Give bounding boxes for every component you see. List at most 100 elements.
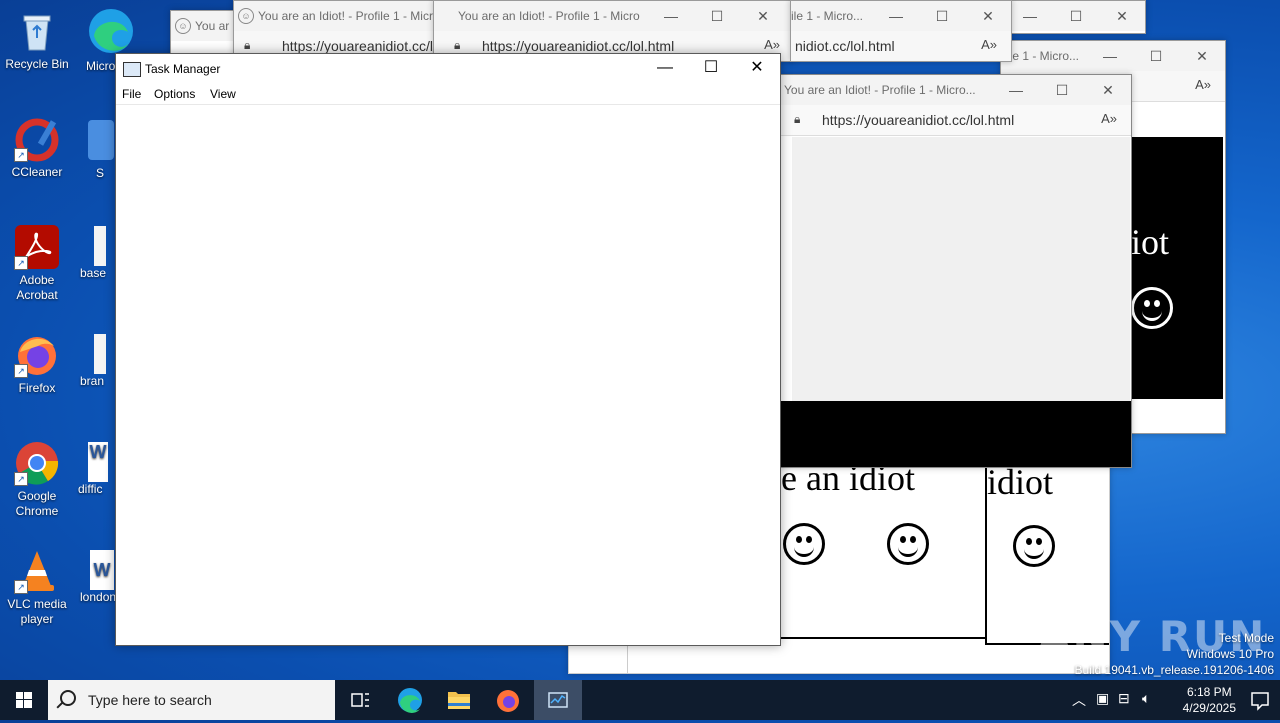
page-black-bar [780, 401, 1131, 467]
word-doc-icon: W [88, 442, 108, 482]
desktop-icon-london-partial[interactable]: W london [80, 550, 116, 604]
clock-date: 4/29/2025 [1182, 701, 1236, 715]
window-title: Task Manager [145, 62, 221, 76]
firefox-icon [497, 690, 519, 712]
minimize-icon[interactable]: — [1011, 1, 1053, 31]
close-icon[interactable]: ✕ [1099, 1, 1145, 31]
desktop-icon-label: bran [80, 374, 105, 388]
maximize-icon[interactable]: ☐ [688, 54, 734, 82]
smiley-icon [783, 523, 825, 565]
window-titlebar[interactable]: ile 1 - Micro... — ☐ ✕ [791, 1, 1011, 31]
folder-icon [448, 692, 470, 709]
desktop-icon-google-chrome[interactable]: ↗ Google Chrome [1, 440, 73, 519]
edge-icon [89, 9, 133, 53]
maximize-icon[interactable]: ☐ [694, 1, 740, 31]
taskbar-task-manager[interactable] [534, 680, 582, 720]
desktop-icon-label: Adobe Acrobat [16, 273, 58, 302]
read-aloud-icon[interactable]: A» [1101, 111, 1117, 126]
desktop-icon-bran-partial[interactable]: bran [80, 334, 106, 388]
address-bar[interactable]: nidiot.cc/lol.html A» [791, 31, 1011, 61]
task-view-button[interactable] [336, 680, 384, 720]
adobe-acrobat-icon: ↗ [14, 224, 60, 270]
desktop-icon-label: Firefox [18, 381, 56, 395]
url-text[interactable]: https://youareanidiot.cc/lol.html [822, 112, 1014, 128]
window-title: You are an Idiot! - Profile 1 - Micro... [784, 83, 976, 97]
desktop-icon-label: VLC media player [7, 597, 67, 626]
idiot-window-top-d[interactable]: ile 1 - Micro... — ☐ ✕ nidiot.cc/lol.htm… [790, 0, 1012, 62]
window-titlebar[interactable]: Task Manager — ☐ ✕ [116, 54, 780, 82]
idiot-window-topright-2[interactable]: — ☐ ✕ [1010, 0, 1146, 34]
window-titlebar[interactable]: You are an Idiot! - Profile 1 - Micro...… [780, 75, 1131, 105]
task-manager-icon [548, 692, 568, 708]
search-icon [60, 690, 76, 706]
device-icon[interactable]: ▣ [1096, 690, 1109, 707]
taskbar-search-box[interactable]: Type here to search [48, 680, 335, 720]
chrome-icon: ↗ [14, 440, 60, 486]
smiley-icon [1131, 287, 1173, 329]
desktop-icon-firefox[interactable]: ↗ Firefox [1, 332, 73, 396]
taskbar-clock[interactable]: 6:18 PM 4/29/2025 [1183, 684, 1236, 716]
desktop-icon-edge-partial[interactable]: Micro Edg [86, 6, 133, 73]
window-titlebar[interactable]: ☺ You ar [171, 11, 241, 41]
search-placeholder: Type here to search [88, 692, 212, 708]
taskbar-file-explorer[interactable] [435, 680, 483, 720]
close-icon[interactable]: ✕ [965, 1, 1011, 31]
desktop-icon-label: Google Chrome [15, 489, 59, 518]
idiot-window-middle[interactable]: You are an Idiot! - Profile 1 - Micro...… [779, 74, 1132, 468]
maximize-icon[interactable]: ☐ [1133, 41, 1179, 71]
address-bar[interactable]: 🔒︎ https://youareanidiot.cc/lol.html A» [780, 105, 1131, 136]
window-titlebar[interactable]: You are an Idiot! - Profile 1 - Micro — … [434, 1, 794, 31]
close-icon[interactable]: ✕ [734, 54, 780, 82]
close-icon[interactable]: ✕ [1085, 75, 1131, 105]
desktop-icon-diffic-partial[interactable]: W diffic [78, 442, 108, 496]
notification-icon [1251, 692, 1269, 711]
read-aloud-icon[interactable]: A» [1195, 77, 1211, 92]
notification-center-button[interactable] [1240, 680, 1280, 720]
idiot-text: iot [1131, 222, 1170, 262]
start-button[interactable] [0, 680, 48, 720]
minimize-icon[interactable]: — [1087, 41, 1133, 71]
maximize-icon[interactable]: ☐ [1053, 1, 1099, 31]
menu-view[interactable]: View [210, 87, 236, 101]
chevron-up-icon[interactable]: ︿ [1072, 690, 1086, 710]
desktop-icon-vlc[interactable]: ↗ VLC media player [1, 548, 73, 627]
url-text[interactable]: https://youareanidiot.cc/l [282, 38, 433, 54]
desktop-icon-s-partial[interactable]: S [88, 120, 114, 180]
minimize-icon[interactable]: — [993, 75, 1039, 105]
taskbar-firefox[interactable] [484, 680, 532, 720]
minimize-icon[interactable]: — [648, 1, 694, 31]
watermark-line: Test Mode [1218, 631, 1274, 645]
taskbar-edge[interactable] [386, 680, 434, 720]
system-tray: ︿ ▣ ⊟ 🔈︎ [1066, 680, 1166, 720]
network-icon[interactable]: ⊟ [1118, 690, 1130, 707]
desktop-icon-label: base [80, 266, 107, 280]
windows-logo-icon [16, 692, 32, 708]
minimize-icon[interactable]: — [873, 1, 919, 31]
read-aloud-icon[interactable]: A» [764, 37, 780, 52]
close-icon[interactable]: ✕ [740, 1, 786, 31]
task-manager-window[interactable]: Task Manager — ☐ ✕ File Options View [115, 53, 781, 646]
menu-file[interactable]: File [122, 87, 141, 101]
desktop-icon-base-partial[interactable]: base [80, 226, 107, 280]
maximize-icon[interactable]: ☐ [919, 1, 965, 31]
desktop-icon-ccleaner[interactable]: ↗ CCleaner [1, 116, 73, 180]
window-titlebar[interactable]: ☺ You are an Idiot! - Profile 1 - Micro [234, 1, 434, 31]
maximize-icon[interactable]: ☐ [1039, 75, 1085, 105]
smiley-icon [887, 523, 929, 565]
window-title: ile 1 - Micro... [1007, 49, 1080, 63]
volume-icon[interactable]: 🔈︎ [1142, 690, 1150, 707]
file-icon [94, 334, 106, 374]
close-icon[interactable]: ✕ [1179, 41, 1225, 71]
desktop-icon-recycle-bin[interactable]: Recycle Bin [1, 8, 73, 72]
url-text[interactable]: nidiot.cc/lol.html [795, 38, 895, 54]
smiley-favicon-icon: ☺ [238, 8, 254, 24]
menu-options[interactable]: Options [154, 87, 195, 101]
url-text[interactable]: https://youareanidiot.cc/lol.html [482, 38, 674, 54]
desktop-icon-adobe-acrobat[interactable]: ↗ Adobe Acrobat [1, 224, 73, 303]
window-titlebar[interactable]: ile 1 - Micro... — ☐ ✕ [1001, 41, 1225, 71]
minimize-icon[interactable]: — [642, 54, 688, 82]
edge-icon [398, 688, 422, 713]
generic-app-icon [88, 120, 114, 160]
window-titlebar[interactable]: — ☐ ✕ [1011, 1, 1145, 31]
read-aloud-icon[interactable]: A» [981, 37, 997, 52]
